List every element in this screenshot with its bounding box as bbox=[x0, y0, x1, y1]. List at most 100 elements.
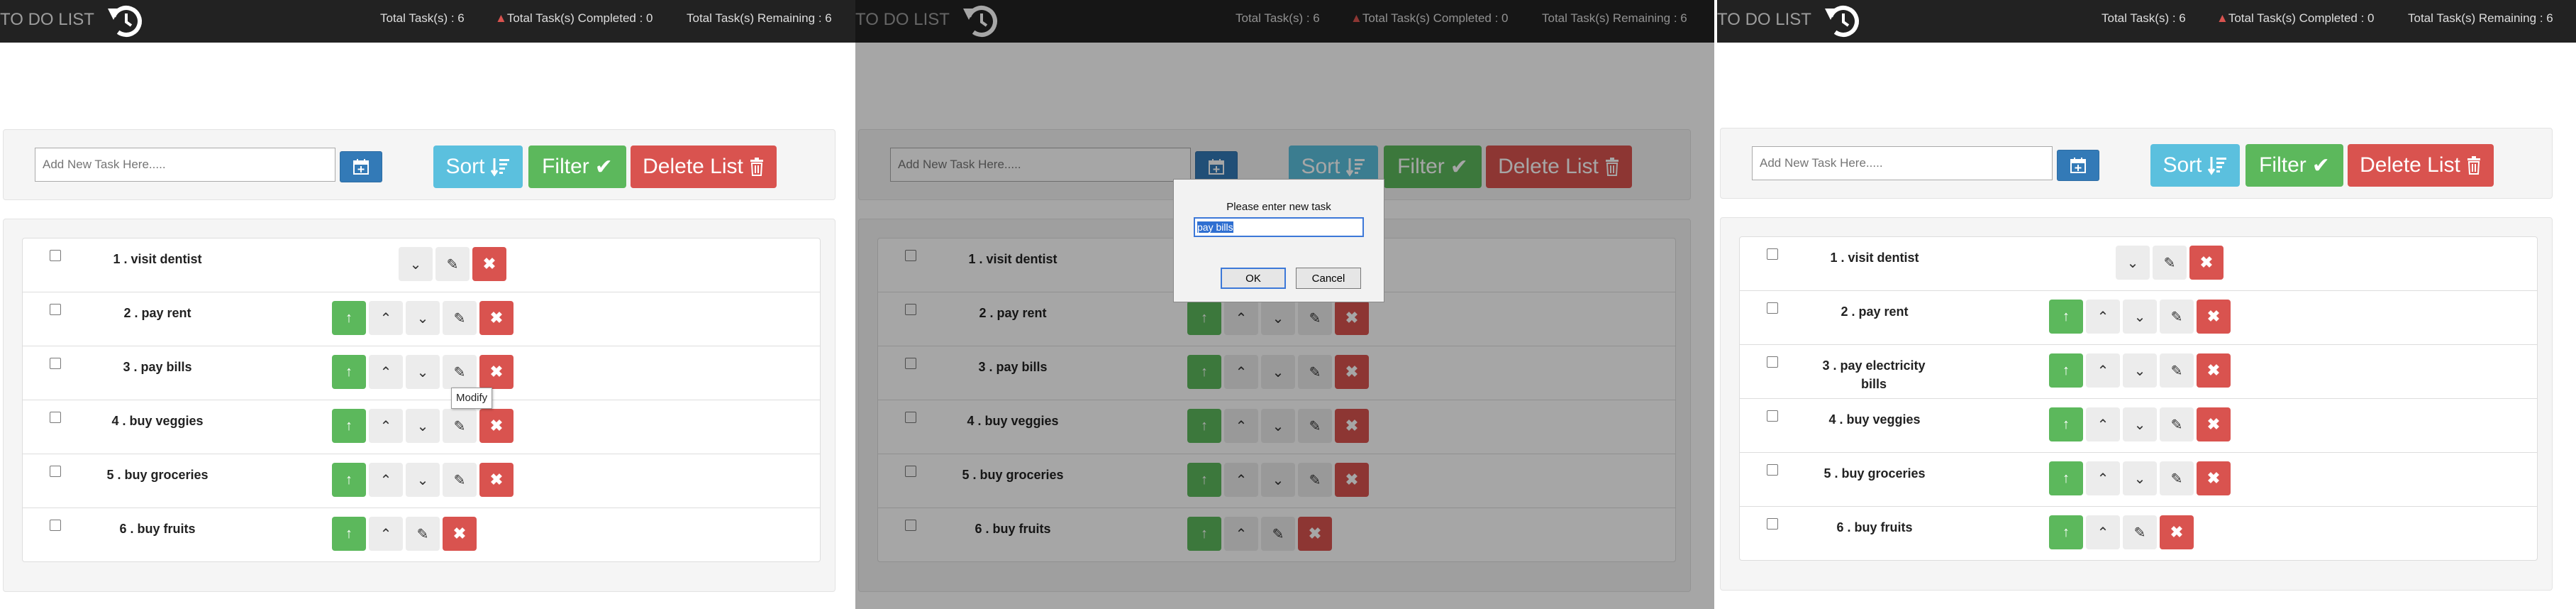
move-down-button[interactable]: ⌄ bbox=[406, 355, 440, 389]
move-down-button[interactable]: ⌄ bbox=[2123, 461, 2157, 495]
edit-button[interactable]: ✎ bbox=[2153, 246, 2187, 280]
move-to-top-button[interactable]: ↑ bbox=[332, 355, 366, 389]
close-icon: ✖ bbox=[2199, 253, 2214, 271]
ok-button[interactable]: OK bbox=[1221, 268, 1286, 289]
move-to-top-button[interactable]: ↑ bbox=[2049, 353, 2083, 388]
move-up-button[interactable]: ⌃ bbox=[369, 517, 403, 551]
caret-up-icon: ⌃ bbox=[2097, 471, 2109, 487]
task-checkbox[interactable] bbox=[50, 520, 61, 531]
edit-button[interactable]: ✎ bbox=[2123, 515, 2157, 549]
edit-button[interactable]: ✎ bbox=[443, 409, 477, 443]
task-checkbox[interactable] bbox=[1767, 410, 1778, 422]
edit-button[interactable]: ✎ bbox=[443, 301, 477, 335]
delete-list-button[interactable]: Delete List bbox=[2348, 144, 2494, 187]
toolbar-well: Sort Filter✔ Delete List bbox=[1720, 128, 2553, 199]
edit-button[interactable]: ✎ bbox=[435, 247, 470, 281]
move-to-top-button[interactable]: ↑ bbox=[2049, 515, 2083, 549]
delete-task-button[interactable]: ✖ bbox=[2160, 515, 2194, 549]
task-checkbox[interactable] bbox=[1767, 302, 1778, 314]
delete-task-button[interactable]: ✖ bbox=[2197, 300, 2231, 334]
move-up-button[interactable]: ⌃ bbox=[2086, 407, 2120, 441]
task-checkbox[interactable] bbox=[1767, 464, 1778, 476]
move-up-button[interactable]: ⌃ bbox=[2086, 353, 2120, 388]
move-down-button[interactable]: ⌄ bbox=[2123, 300, 2157, 334]
sort-icon bbox=[490, 158, 509, 177]
move-up-button[interactable]: ⌃ bbox=[369, 301, 403, 335]
prompt-dialog: Please enter new task pay bills OK Cance… bbox=[1173, 179, 1384, 302]
caret-down-icon: ⌄ bbox=[409, 256, 422, 273]
move-to-top-button[interactable]: ↑ bbox=[2049, 300, 2083, 334]
move-up-button[interactable]: ⌃ bbox=[2086, 461, 2120, 495]
delete-task-button[interactable]: ✖ bbox=[479, 409, 513, 443]
task-checkbox[interactable] bbox=[50, 358, 61, 369]
app-title: TO DO LIST bbox=[1717, 10, 1811, 29]
move-to-top-button[interactable]: ↑ bbox=[332, 409, 366, 443]
move-up-button[interactable]: ⌃ bbox=[369, 409, 403, 443]
move-up-button[interactable]: ⌃ bbox=[369, 463, 403, 497]
edit-button[interactable]: ✎ bbox=[2160, 353, 2194, 388]
task-name: 5 . buy groceries bbox=[106, 468, 209, 482]
sort-button[interactable]: Sort bbox=[2150, 144, 2240, 187]
move-down-button[interactable]: ⌄ bbox=[406, 463, 440, 497]
prompt-input[interactable]: pay bills bbox=[1194, 217, 1364, 237]
move-up-button[interactable]: ⌃ bbox=[2086, 300, 2120, 334]
delete-task-button[interactable]: ✖ bbox=[472, 247, 506, 281]
task-checkbox[interactable] bbox=[1767, 248, 1778, 260]
todo-panel-2: TO DO LIST Total Task(s) : 6 ▲Total Task… bbox=[855, 0, 1714, 609]
completed-tasks-text: Total Task(s) Completed : 0 bbox=[2228, 11, 2375, 25]
task-checkbox[interactable] bbox=[50, 466, 61, 477]
delete-list-label: Delete List bbox=[643, 155, 743, 178]
delete-task-button[interactable]: ✖ bbox=[2197, 407, 2231, 441]
move-to-top-button[interactable]: ↑ bbox=[332, 301, 366, 335]
move-down-button[interactable]: ⌄ bbox=[399, 247, 433, 281]
move-up-button[interactable]: ⌃ bbox=[2086, 515, 2120, 549]
caret-down-icon: ⌄ bbox=[416, 364, 429, 380]
delete-task-button[interactable]: ✖ bbox=[443, 517, 477, 551]
delete-list-button[interactable]: Delete List bbox=[631, 146, 777, 188]
task-row: 5 . buy groceries ↑ ⌃ ⌄ ✎ ✖ bbox=[1740, 453, 2537, 507]
sort-button[interactable]: Sort bbox=[433, 146, 523, 188]
add-task-button[interactable] bbox=[340, 151, 382, 182]
edit-button[interactable]: ✎ bbox=[406, 517, 440, 551]
edit-button[interactable]: ✎ bbox=[443, 463, 477, 497]
close-icon: ✖ bbox=[2206, 307, 2221, 325]
sort-label: Sort bbox=[2163, 153, 2202, 177]
move-to-top-button[interactable]: ↑ bbox=[332, 517, 366, 551]
delete-task-button[interactable]: ✖ bbox=[479, 463, 513, 497]
task-checkbox[interactable] bbox=[50, 250, 61, 261]
move-down-button[interactable]: ⌄ bbox=[406, 301, 440, 335]
task-checkbox[interactable] bbox=[1767, 356, 1778, 368]
delete-task-button[interactable]: ✖ bbox=[479, 355, 513, 389]
task-checkbox[interactable] bbox=[50, 304, 61, 315]
edit-button[interactable]: ✎ bbox=[443, 355, 477, 389]
history-reset-icon[interactable] bbox=[1822, 1, 1862, 41]
delete-task-button[interactable]: ✖ bbox=[2197, 461, 2231, 495]
history-reset-icon[interactable] bbox=[105, 1, 145, 41]
edit-button[interactable]: ✎ bbox=[2160, 407, 2194, 441]
move-down-button[interactable]: ⌄ bbox=[2116, 246, 2150, 280]
task-row: 6 . buy fruits ↑ ⌃ ✎ ✖ bbox=[23, 508, 820, 561]
delete-task-button[interactable]: ✖ bbox=[2189, 246, 2224, 280]
task-checkbox[interactable] bbox=[50, 412, 61, 423]
delete-task-button[interactable]: ✖ bbox=[2197, 353, 2231, 388]
delete-task-button[interactable]: ✖ bbox=[479, 301, 513, 335]
filter-button[interactable]: Filter ✔ bbox=[528, 146, 626, 188]
task-name: 5 . buy groceries bbox=[1823, 466, 1926, 481]
move-down-button[interactable]: ⌄ bbox=[2123, 353, 2157, 388]
move-to-top-button[interactable]: ↑ bbox=[2049, 461, 2083, 495]
add-task-button[interactable] bbox=[2057, 150, 2099, 181]
move-up-button[interactable]: ⌃ bbox=[369, 355, 403, 389]
edit-button[interactable]: ✎ bbox=[2160, 461, 2194, 495]
add-task-input[interactable] bbox=[1752, 146, 2053, 180]
move-down-button[interactable]: ⌄ bbox=[2123, 407, 2157, 441]
move-to-top-button[interactable]: ↑ bbox=[2049, 407, 2083, 441]
prompt-message: Please enter new task bbox=[1226, 201, 1331, 213]
move-down-button[interactable]: ⌄ bbox=[406, 409, 440, 443]
edit-button[interactable]: ✎ bbox=[2160, 300, 2194, 334]
cancel-button[interactable]: Cancel bbox=[1296, 268, 1361, 289]
toolbar-well: Sort Filter✔ Delete List bbox=[3, 129, 835, 200]
move-to-top-button[interactable]: ↑ bbox=[332, 463, 366, 497]
task-checkbox[interactable] bbox=[1767, 518, 1778, 530]
add-task-input[interactable] bbox=[35, 148, 335, 182]
filter-button[interactable]: Filter ✔ bbox=[2245, 144, 2343, 187]
